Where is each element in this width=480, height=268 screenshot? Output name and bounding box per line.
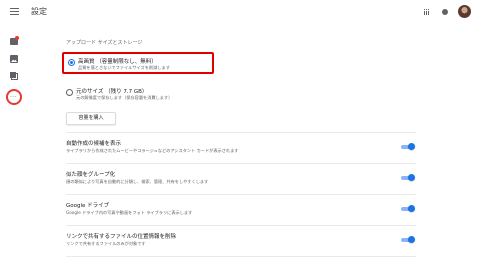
divider [66, 194, 416, 195]
suggestions-toggle[interactable] [401, 143, 415, 150]
setting-suggestions: 自動作成の候補を表示 ライブラリから作成されたムービーやコラージュなどのアシスタ… [66, 135, 416, 165]
high-quality-radio[interactable] [68, 59, 75, 66]
face-grouping-toggle[interactable] [401, 174, 415, 181]
upload-size-section-label: アップロード サイズとストレージ [66, 40, 143, 46]
setting-desc: 顔の類似により写真を自動的に分類し、検索、管理、共有をしやすくします [66, 179, 209, 184]
top-app-bar: 設定 [0, 0, 480, 26]
setting-title: Google ドライブ [66, 203, 110, 209]
divider [66, 163, 416, 164]
setting-title: 似た顔をグループ化 [66, 172, 116, 178]
albums-icon[interactable] [10, 55, 19, 64]
setting-face-grouping: 似た顔をグループ化 顔の類似により写真を自動的に分類し、検索、管理、共有をしやす… [66, 166, 416, 196]
photos-icon[interactable] [10, 36, 19, 46]
setting-google-drive: Google ドライブ Google ドライブ内の写真や動画をフォト ライブラリ… [66, 197, 416, 227]
apps-grid-icon[interactable] [424, 9, 430, 15]
high-quality-title: 高画質 （容量制限なし、無料） [78, 59, 157, 65]
account-avatar[interactable] [458, 5, 471, 18]
high-quality-desc: 品質を落とさないでファイルサイズを削減します [78, 65, 170, 70]
page-title: 設定 [31, 7, 47, 16]
setting-remove-location: リンクで共有するファイルの位置情報を削除 リンクで共有するファイルのみが対象です [66, 228, 416, 258]
original-size-radio[interactable] [66, 89, 73, 96]
high-quality-option[interactable]: 高画質 （容量制限なし、無料） 品質を落とさないでファイルサイズを削減します [62, 52, 214, 74]
divider [66, 225, 416, 226]
original-size-desc: 元の解像度で保存します（保存容量を消費します） [76, 95, 173, 100]
more-options-icon: ··· [10, 94, 17, 101]
setting-title: 自動作成の候補を表示 [66, 141, 122, 147]
remove-location-toggle[interactable] [401, 236, 415, 243]
more-options-button[interactable]: ··· [6, 89, 22, 105]
notifications-icon[interactable] [442, 9, 448, 15]
setting-title: リンクで共有するファイルの位置情報を削除 [66, 234, 177, 240]
setting-desc: ライブラリから作成されたムービーやコラージュなどのアシスタント カードが表示され… [66, 148, 239, 153]
setting-desc: リンクで共有するファイルのみが対象です [66, 241, 146, 246]
hamburger-menu-icon[interactable] [10, 8, 19, 15]
divider [66, 132, 416, 133]
divider [66, 256, 416, 257]
buy-storage-button[interactable]: 容量を購入 [66, 112, 116, 125]
sharing-icon[interactable] [10, 72, 19, 81]
original-size-option[interactable]: 元のサイズ （残り 7.7 GB） 元の解像度で保存します（保存容量を消費します… [62, 84, 214, 106]
notification-dot [15, 36, 19, 40]
original-size-title: 元のサイズ （残り 7.7 GB） [76, 89, 148, 95]
setting-desc: Google ドライブ内の写真や動画をフォト ライブラリに表示します [66, 210, 193, 215]
google-drive-toggle[interactable] [401, 205, 415, 212]
